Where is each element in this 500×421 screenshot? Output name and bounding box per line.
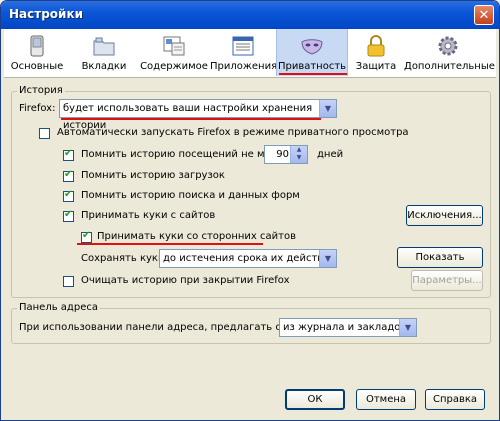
- preferences-toolbar: Основные Вкладки Содержимое Приложения П…: [4, 29, 496, 78]
- days-input[interactable]: 90 ▲ ▼: [264, 145, 308, 164]
- history-mode-select[interactable]: будет использовать ваши настройки хранен…: [59, 99, 337, 131]
- suggest-label: При использовании панели адреса, предлаг…: [19, 322, 317, 333]
- privacy-tab-underline: [279, 73, 347, 75]
- tab-applications[interactable]: Приложения: [210, 29, 277, 76]
- help-button[interactable]: Справка: [425, 389, 485, 410]
- tab-advanced[interactable]: Дополнительные: [404, 29, 495, 76]
- accept-cookies-label: Принимать куки с сайтов: [81, 210, 216, 221]
- tab-privacy[interactable]: Приватность: [276, 29, 348, 76]
- tab-security[interactable]: Защита: [352, 29, 400, 76]
- firefox-label: Firefox:: [19, 103, 56, 114]
- tab-tabs[interactable]: Вкладки: [76, 29, 132, 76]
- remember-visits-checkbox[interactable]: [63, 148, 74, 161]
- gear-icon: [438, 36, 458, 56]
- history-group-label: История: [17, 85, 65, 96]
- content-icon: [163, 36, 185, 56]
- tab-content[interactable]: Содержимое: [136, 29, 212, 76]
- addressbar-group-label: Панель адреса: [17, 302, 100, 313]
- tab-main[interactable]: Основные: [7, 29, 67, 76]
- window-title: Настройки: [9, 7, 84, 21]
- third-party-cookies-checkbox[interactable]: [81, 230, 92, 243]
- exceptions-button[interactable]: Исключения...: [406, 205, 483, 226]
- spinner-icon[interactable]: ▲ ▼: [290, 146, 307, 163]
- close-button[interactable]: ✕: [474, 5, 494, 25]
- mask-icon: [301, 39, 323, 55]
- auto-private-label: Автоматически запускать Firefox в режиме…: [57, 127, 409, 138]
- applications-icon: [232, 36, 254, 56]
- third-party-cookies-label: Принимать куки со сторонних сайтов: [97, 231, 296, 242]
- folder-tabs-icon: [93, 37, 115, 56]
- chevron-down-icon: ▼: [399, 319, 416, 336]
- remember-search-label: Помнить историю поиска и данных форм: [81, 190, 300, 201]
- params-button[interactable]: Параметры...: [411, 270, 483, 291]
- switch-icon: [30, 35, 44, 57]
- days-unit: дней: [317, 149, 344, 160]
- firefox-select-underline: [61, 118, 321, 120]
- show-cookies-button[interactable]: Показать куки...: [397, 247, 483, 282]
- cancel-button[interactable]: Отмена: [356, 389, 416, 410]
- remember-downloads-label: Помнить историю загрузок: [81, 170, 225, 181]
- accept-cookies-checkbox[interactable]: [63, 209, 74, 222]
- auto-private-checkbox[interactable]: [39, 128, 50, 139]
- ok-button[interactable]: ОК: [285, 389, 345, 410]
- clear-on-close-checkbox[interactable]: [63, 276, 74, 287]
- clear-on-close-label: Очищать историю при закрытии Firefox: [81, 275, 290, 286]
- keep-cookies-select[interactable]: до истечения срока их действия ▼: [159, 249, 337, 268]
- lock-icon: [367, 35, 385, 57]
- remember-visits-label: Помнить историю посещений не менее: [81, 149, 290, 160]
- remember-downloads-checkbox[interactable]: [63, 169, 74, 182]
- settings-window: Настройки ✕ Основные Вкладки Содержимое …: [0, 0, 500, 421]
- keep-cookies-label: Сохранять куки:: [81, 253, 168, 264]
- suggest-select[interactable]: из журнала и закладок ▼: [279, 318, 417, 337]
- chevron-down-icon: ▼: [319, 100, 336, 117]
- chevron-down-icon: ▼: [319, 250, 336, 267]
- remember-search-checkbox[interactable]: [63, 189, 74, 202]
- title-bar[interactable]: Настройки ✕: [1, 1, 499, 29]
- third-party-underline: [77, 243, 263, 245]
